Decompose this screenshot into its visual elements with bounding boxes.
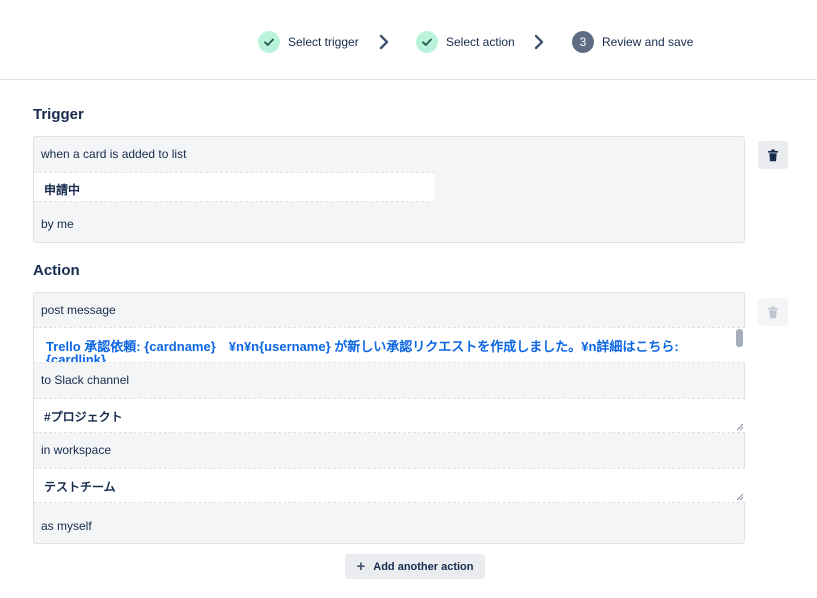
add-another-action-label: Add another action [373,560,474,573]
step-label: Select action [446,35,515,49]
list-name-value: 申請中 [44,183,81,197]
action-panel: post message Trello 承認依頼: {cardname} ¥n¥… [33,292,745,544]
message-value-line2: {cardlink} [46,352,106,363]
delete-trigger-button[interactable] [758,141,788,169]
add-another-action-button[interactable]: + Add another action [345,554,485,579]
channel-textarea[interactable]: #プロジェクト [34,398,745,433]
sender-text: as myself [41,519,92,533]
workspace-label-text: in workspace [41,443,112,457]
plus-icon: + [356,558,366,575]
step-review-and-save[interactable]: 3 Review and save [572,30,693,54]
trigger-condition-text: when a card is added to list [41,147,187,161]
message-textarea[interactable]: Trello 承認依頼: {cardname} ¥n¥n{username} が… [34,327,745,363]
chevron-right-icon [379,34,389,50]
trigger-actor-text: by me [41,217,74,231]
action-type-text: post message [41,303,116,317]
check-icon [416,31,438,53]
resize-handle-icon[interactable] [736,423,744,431]
trash-icon [768,149,778,161]
trigger-heading: Trigger [33,106,84,123]
message-value-line1: Trello 承認依頼: {cardname} ¥n¥n{username} が… [46,339,679,354]
action-heading: Action [33,262,80,279]
chevron-right-icon [534,34,544,50]
channel-label-text: to Slack channel [41,373,130,387]
step-number: 3 [572,31,594,53]
workspace-textarea[interactable]: テストチーム [34,468,745,503]
message-scrollbar[interactable] [735,328,744,362]
resize-handle-icon[interactable] [736,493,744,501]
check-icon [258,31,280,53]
channel-value: #プロジェクト [44,410,123,424]
step-select-action[interactable]: Select action [416,30,515,54]
step-select-trigger[interactable]: Select trigger [258,30,359,54]
step-label: Review and save [602,35,694,49]
trash-icon [768,306,778,318]
trigger-panel: when a card is added to list 申請中 by me [33,136,745,243]
list-name-field[interactable]: 申請中 [34,172,434,202]
delete-action-button[interactable] [758,298,788,326]
step-label: Select trigger [288,35,359,49]
progress-stepper: Select trigger Select action 3 Review an… [0,0,817,80]
workspace-value: テストチーム [44,480,116,494]
